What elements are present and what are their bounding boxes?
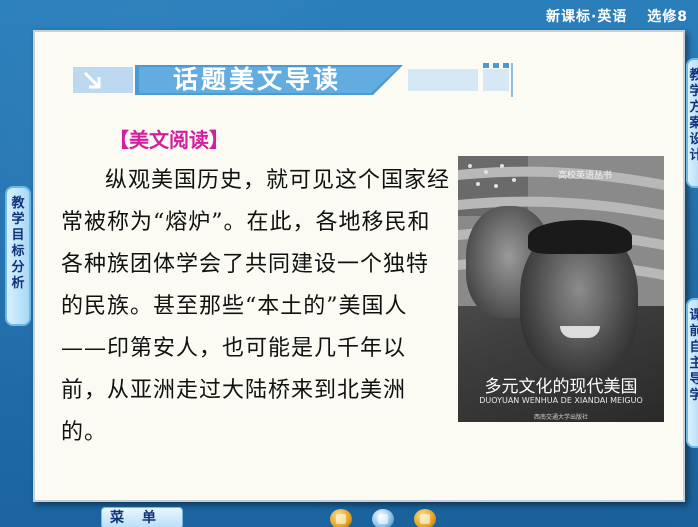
previous-icon[interactable] [330,509,352,527]
course-name: 新课标·英语 [546,9,628,25]
book-cover-image: 高校英语丛书 多元文化的现代美国 DUOYUAN WENHUA DE XIAND… [458,156,664,422]
tab-teaching-plan[interactable]: 教学方案设计 [686,58,698,188]
content-panel: 话题美文导读 【美文阅读】 纵观美国历史，就可见这个国家经常被称为“熔炉”。在此… [33,30,685,502]
tab-teaching-plan-label: 教学方案设计 [689,68,698,163]
menu-button[interactable]: 菜单 [101,507,183,527]
book-series: 高校英语丛书 [558,171,613,181]
section-banner: 话题美文导读 [73,63,513,97]
next-icon[interactable] [414,509,436,527]
book-publisher: 西南交通大学出版社 [533,414,588,421]
child-smile [560,326,600,338]
tab-preview-study-label: 课前自主导学 [689,308,698,403]
course-header: 新课标·英语 选修8 [532,6,688,26]
tab-teaching-objectives-label: 教学目标分析 [11,196,25,291]
reading-paragraph: 纵观美国历史，就可见这个国家经常被称为“熔炉”。在此，各地移民和各种族团体学会了… [61,168,451,445]
home-icon[interactable] [372,509,394,527]
course-volume: 选修8 [647,9,688,25]
tab-teaching-objectives[interactable]: 教学目标分析 [5,186,31,326]
banner-title: 话题美文导读 [173,65,342,94]
section-label: 【美文阅读】 [109,128,229,152]
book-subtitle: DUOYUAN WENHUA DE XIANDAI MEIGUO [479,396,643,405]
child-hair [528,220,632,254]
tab-preview-study[interactable]: 课前自主导学 [686,298,698,448]
book-title: 多元文化的现代美国 [484,377,638,397]
